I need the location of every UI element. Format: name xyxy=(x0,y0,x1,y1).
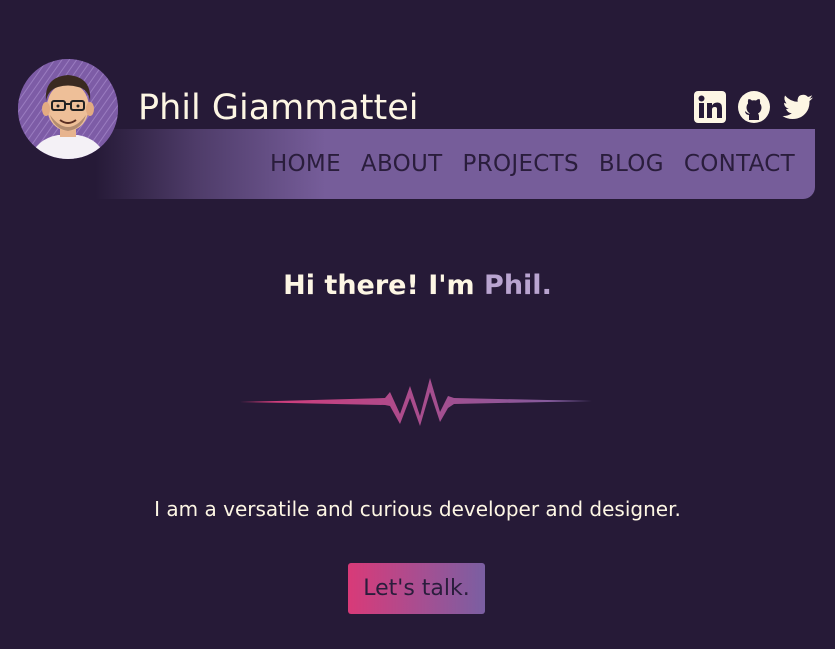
hero-tagline: I am a versatile and curious developer a… xyxy=(154,497,681,521)
site-name[interactable]: Phil Giammattei xyxy=(138,86,419,130)
page: Phil Giammattei HOME ABOUT PROJECTS BLOG… xyxy=(0,0,835,649)
linkedin-icon[interactable] xyxy=(693,90,727,124)
github-icon[interactable] xyxy=(737,90,771,124)
avatar-caricature-icon xyxy=(18,59,118,159)
nav-bar: HOME ABOUT PROJECTS BLOG CONTACT xyxy=(95,129,815,199)
avatar[interactable] xyxy=(18,59,118,159)
nav-item-blog[interactable]: BLOG xyxy=(599,151,664,177)
hero-greeting: Hi there! I'm Phil. xyxy=(0,270,835,301)
twitter-icon[interactable] xyxy=(781,90,815,124)
main-nav: HOME ABOUT PROJECTS BLOG CONTACT xyxy=(270,129,795,199)
nav-item-contact[interactable]: CONTACT xyxy=(684,151,795,177)
greeting-prefix: Hi there! I'm xyxy=(283,270,485,301)
lets-talk-button[interactable]: Let's talk. xyxy=(348,563,485,614)
nav-item-about[interactable]: ABOUT xyxy=(361,151,443,177)
nav-item-projects[interactable]: PROJECTS xyxy=(463,151,579,177)
nav-item-home[interactable]: HOME xyxy=(270,151,341,177)
social-links xyxy=(693,90,815,124)
greeting-name: Phil. xyxy=(484,270,552,301)
waveform-divider-icon xyxy=(240,378,592,426)
